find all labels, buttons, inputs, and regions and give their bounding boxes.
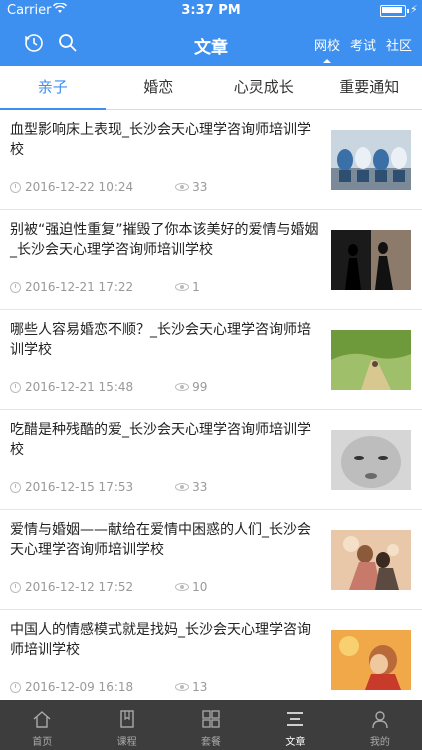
eye-icon [175,283,190,291]
clock-icon [10,481,21,493]
bottom-tab-bar: 首页 课程 套餐 文章 我的 [0,700,422,750]
clock-icon [10,381,21,393]
tabbar-item-courses[interactable]: 课程 [84,700,168,750]
article-thumbnail [331,630,411,690]
article-views: 33 [192,180,208,194]
nav-bar: 文章 网校 考试 社区 [0,22,422,66]
tabbar-item-packages[interactable]: 套餐 [169,700,253,750]
list-icon [285,709,305,729]
book-icon [117,709,137,729]
article-thumbnail [331,330,411,390]
article-title: 血型影响床上表现_长沙会天心理学咨询师培训学校 [10,122,311,158]
article-meta: 2016-12-15 17:53 33 [10,480,207,494]
article-views: 13 [192,680,208,694]
article-views: 1 [192,280,200,294]
tabbar-item-home[interactable]: 首页 [0,700,84,750]
tabbar-label: 我的 [369,737,390,748]
clock-icon [10,681,21,693]
article-thumbnail [331,430,411,490]
article-title: 中国人的情感模式就是找妈_长沙会天心理学咨询师培训学校 [10,622,311,658]
active-indicator [322,59,331,63]
tabbar-item-articles[interactable]: 文章 [253,700,337,750]
article-item[interactable]: 血型影响床上表现_长沙会天心理学咨询师培训学校 2016-12-22 10:24… [0,110,422,210]
article-item[interactable]: 哪些人容易婚恋不顺？_长沙会天心理学咨询师培训学校 2016-12-21 15:… [0,310,422,410]
article-thumbnail [331,130,411,190]
tab-notices[interactable]: 重要通知 [317,66,422,109]
grid-icon [201,709,221,729]
article-item[interactable]: 爱情与婚姻——献给在爱情中困惑的人们_长沙会天心理学咨询师培训学校 2016-1… [0,510,422,610]
article-title: 爱情与婚姻——献给在爱情中困惑的人们_长沙会天心理学咨询师培训学校 [10,522,311,558]
article-thumbnail [331,530,411,590]
article-thumbnail [331,230,411,290]
clock-icon [10,581,21,593]
status-bar: Carrier 3:37 PM ⚡ [0,0,422,22]
clock-icon [10,181,21,193]
article-item[interactable]: 吃醋是种残酷的爱_长沙会天心理学咨询师培训学校 2016-12-15 17:53… [0,410,422,510]
header: Carrier 3:37 PM ⚡ 文章 网校 考试 社区 [0,0,422,66]
tabbar-label: 套餐 [201,737,222,748]
eye-icon [175,383,190,391]
article-views: 33 [192,480,208,494]
article-meta: 2016-12-12 17:52 10 [10,580,207,594]
article-date: 2016-12-12 17:52 [25,580,134,594]
article-views: 10 [192,580,208,594]
tabbar-label: 课程 [116,737,137,748]
clock-icon [10,281,21,293]
eye-icon [175,483,190,491]
tab-growth[interactable]: 心灵成长 [211,66,317,109]
article-title: 哪些人容易婚恋不顺？_长沙会天心理学咨询师培训学校 [10,322,311,358]
status-time: 3:37 PM [181,3,241,18]
eye-icon [175,183,190,191]
nav-link-school[interactable]: 网校 [314,35,340,63]
article-date: 2016-12-21 15:48 [25,380,134,394]
category-tabs: 亲子 婚恋 心灵成长 重要通知 [0,66,422,110]
nav-link-community[interactable]: 社区 [386,35,412,54]
article-date: 2016-12-09 16:18 [25,680,134,694]
article-meta: 2016-12-21 17:22 1 [10,280,200,294]
article-title: 吃醋是种残酷的爱_长沙会天心理学咨询师培训学校 [10,422,311,458]
home-icon [32,709,52,729]
tabbar-item-profile[interactable]: 我的 [338,700,422,750]
article-meta: 2016-12-09 16:18 13 [10,680,207,694]
eye-icon [175,683,190,691]
article-meta: 2016-12-22 10:24 33 [10,180,207,194]
nav-link-exam[interactable]: 考试 [350,35,376,54]
battery-icon: ⚡ [380,3,418,17]
article-date: 2016-12-15 17:53 [25,480,134,494]
article-date: 2016-12-22 10:24 [25,180,134,194]
article-title: 别被“强迫性重复”摧毁了你本该美好的爱情与婚姻_长沙会天心理学咨询师培训学校 [10,222,319,258]
article-item[interactable]: 中国人的情感模式就是找妈_长沙会天心理学咨询师培训学校 2016-12-09 1… [0,610,422,710]
nav-links: 网校 考试 社区 [314,35,412,63]
tab-parenting[interactable]: 亲子 [0,66,106,110]
article-item[interactable]: 别被“强迫性重复”摧毁了你本该美好的爱情与婚姻_长沙会天心理学咨询师培训学校 2… [0,210,422,310]
tabbar-label: 文章 [285,737,306,748]
article-views: 99 [192,380,208,394]
eye-icon [175,583,190,591]
tabbar-label: 首页 [32,737,53,748]
user-icon [370,709,390,729]
tab-marriage[interactable]: 婚恋 [106,66,212,109]
article-meta: 2016-12-21 15:48 99 [10,380,207,394]
article-date: 2016-12-21 17:22 [25,280,134,294]
